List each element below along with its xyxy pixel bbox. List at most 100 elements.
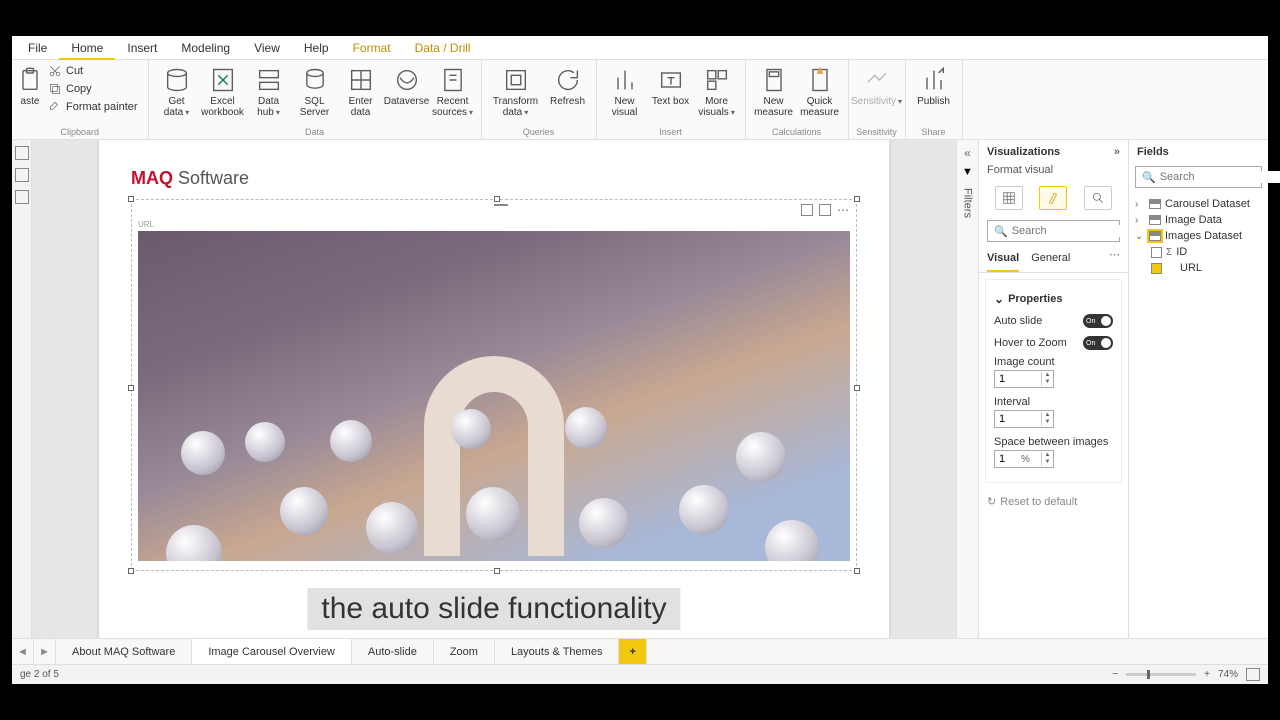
- dataverse-button[interactable]: Dataverse: [385, 62, 429, 107]
- group-sens-label: Sensitivity: [855, 127, 899, 139]
- space-input[interactable]: %▲▼: [994, 450, 1054, 468]
- menu-format[interactable]: Format: [341, 36, 403, 60]
- copy-button[interactable]: Copy: [44, 80, 142, 98]
- model-view-icon[interactable]: [15, 190, 29, 204]
- menu-data-drill[interactable]: Data / Drill: [403, 36, 483, 60]
- field-id[interactable]: ΣID: [1133, 244, 1264, 260]
- fields-search[interactable]: 🔍: [1135, 166, 1262, 188]
- menu-modeling[interactable]: Modeling: [169, 36, 242, 60]
- filters-pane-collapsed[interactable]: « ▼ Filters: [956, 140, 978, 638]
- sheet-about[interactable]: About MAQ Software: [56, 639, 192, 664]
- analytics-tab[interactable]: [1084, 186, 1112, 210]
- table-images-dataset[interactable]: ⌄Images Dataset: [1133, 228, 1264, 244]
- menu-view[interactable]: View: [242, 36, 292, 60]
- visual-field-label: URL: [132, 220, 856, 229]
- table-icon: [1149, 231, 1161, 241]
- checkbox-checked-icon[interactable]: [1151, 263, 1162, 274]
- expand-filters-icon[interactable]: «: [964, 146, 971, 160]
- reset-to-default-button[interactable]: ↻ Reset to default: [979, 489, 1128, 514]
- ribbon: aste Cut Copy Format painter Clipboard G…: [12, 60, 1268, 140]
- hover-zoom-toggle[interactable]: On: [1083, 336, 1113, 350]
- format-visual-tab[interactable]: [1039, 186, 1067, 210]
- focus-mode-icon[interactable]: [819, 204, 831, 216]
- add-sheet-button[interactable]: +: [619, 639, 646, 664]
- checkbox-unchecked-icon[interactable]: [1151, 247, 1162, 258]
- status-bar: ge 2 of 5 − + 74%: [12, 664, 1268, 684]
- image-count-input[interactable]: ▲▼: [994, 370, 1054, 388]
- build-visual-tab[interactable]: [995, 186, 1023, 210]
- more-options-icon[interactable]: ⋯: [837, 203, 850, 217]
- recent-sources-button[interactable]: Recent sources: [431, 62, 475, 118]
- new-measure-button[interactable]: New measure: [752, 62, 796, 118]
- menu-help[interactable]: Help: [292, 36, 341, 60]
- zoom-out-button[interactable]: −: [1112, 669, 1118, 680]
- auto-slide-toggle[interactable]: On: [1083, 314, 1113, 328]
- interval-input[interactable]: ▲▼: [994, 410, 1054, 428]
- general-tab[interactable]: General: [1031, 248, 1070, 272]
- cut-button[interactable]: Cut: [44, 62, 142, 80]
- collapse-pane-icon[interactable]: »: [1114, 146, 1120, 158]
- more-tabs-icon[interactable]: ⋯: [1109, 248, 1120, 272]
- group-clipboard-label: Clipboard: [18, 127, 142, 139]
- zoom-slider[interactable]: [1126, 673, 1196, 676]
- enter-data-button[interactable]: Enter data: [339, 62, 383, 118]
- table-icon: [1149, 215, 1161, 225]
- fields-search-input[interactable]: [1160, 171, 1280, 183]
- menu-file[interactable]: File: [16, 36, 59, 60]
- properties-section-header[interactable]: Properties: [994, 288, 1113, 310]
- zoom-in-button[interactable]: +: [1204, 669, 1210, 680]
- table-carousel-dataset[interactable]: ›Carousel Dataset: [1133, 196, 1264, 212]
- sheet-overview[interactable]: Image Carousel Overview: [192, 639, 352, 664]
- data-view-icon[interactable]: [15, 168, 29, 182]
- visual-tab[interactable]: Visual: [987, 248, 1019, 272]
- more-visuals-icon: [703, 66, 731, 94]
- sheet-auto-slide[interactable]: Auto-slide: [352, 639, 434, 664]
- field-url[interactable]: URL: [1133, 260, 1264, 276]
- sql-server-button[interactable]: SQL Server: [293, 62, 337, 118]
- data-hub-button[interactable]: Data hub: [247, 62, 291, 118]
- menu-home[interactable]: Home: [59, 36, 115, 60]
- brush-icon: [48, 100, 62, 114]
- format-painter-button[interactable]: Format painter: [44, 98, 142, 116]
- new-visual-button[interactable]: New visual: [603, 62, 647, 118]
- carousel-image: [138, 231, 850, 561]
- menu-bar: File Home Insert Modeling View Help Form…: [12, 36, 1268, 60]
- sql-icon: [301, 66, 329, 94]
- filter-icon[interactable]: [801, 204, 813, 216]
- paste-button[interactable]: aste: [18, 62, 42, 107]
- group-calc-label: Calculations: [752, 127, 842, 139]
- sheet-nav-next[interactable]: ►: [34, 639, 56, 664]
- excel-workbook-button[interactable]: Excel workbook: [201, 62, 245, 118]
- report-canvas[interactable]: MAQ Software ⋯ URL: [32, 140, 956, 638]
- sigma-icon: Σ: [1166, 247, 1172, 258]
- zoom-level: 74%: [1218, 669, 1238, 680]
- image-carousel-visual[interactable]: ⋯ URL: [131, 199, 857, 571]
- filters-funnel-icon: ▼: [962, 166, 973, 178]
- sensitivity-icon: [863, 66, 891, 94]
- transform-data-button[interactable]: Transform data: [488, 62, 544, 118]
- sheet-layouts[interactable]: Layouts & Themes: [495, 639, 620, 664]
- viz-pane-title: Visualizations: [987, 146, 1060, 158]
- scissors-icon: [48, 64, 62, 78]
- menu-insert[interactable]: Insert: [115, 36, 169, 60]
- fit-to-page-button[interactable]: [1246, 668, 1260, 681]
- drag-handle-icon[interactable]: [494, 204, 508, 206]
- sheet-tabs: ◄ ► About MAQ Software Image Carousel Ov…: [12, 638, 1268, 664]
- more-visuals-button[interactable]: More visuals: [695, 62, 739, 118]
- space-label: Space between images: [994, 436, 1113, 450]
- report-view-icon[interactable]: [15, 146, 29, 160]
- sheet-nav-prev[interactable]: ◄: [12, 639, 34, 664]
- refresh-button[interactable]: Refresh: [546, 62, 590, 107]
- copy-icon: [48, 82, 62, 96]
- viz-search[interactable]: 🔍: [987, 220, 1120, 242]
- table-image-data[interactable]: ›Image Data: [1133, 212, 1264, 228]
- textbox-icon: [657, 66, 685, 94]
- quick-measure-icon: [806, 66, 834, 94]
- get-data-button[interactable]: Get data: [155, 62, 199, 118]
- sheet-zoom[interactable]: Zoom: [434, 639, 495, 664]
- maq-logo: MAQ Software: [131, 168, 857, 189]
- text-box-button[interactable]: Text box: [649, 62, 693, 107]
- quick-measure-button[interactable]: Quick measure: [798, 62, 842, 118]
- publish-button[interactable]: Publish: [912, 62, 956, 107]
- fields-pane: Fields 🔍 ›Carousel Dataset ›Image Data ⌄…: [1128, 140, 1268, 638]
